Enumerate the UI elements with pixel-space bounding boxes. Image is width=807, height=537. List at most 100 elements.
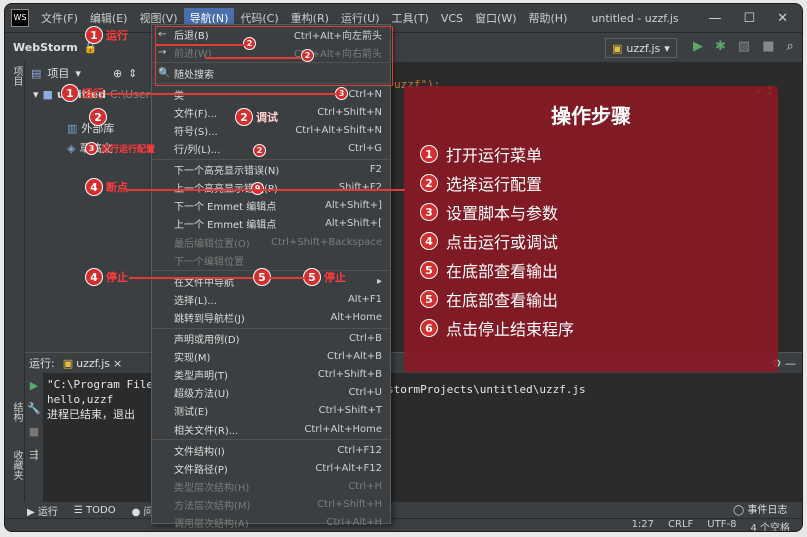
run-config-selector[interactable]: ▣ uzzf.js ▾ — [605, 38, 677, 58]
nav-menu-item[interactable]: 文件结构(I) Ctrl+F12 — [152, 441, 390, 459]
js-file-icon: ▣ — [612, 41, 623, 55]
chevron-down-icon[interactable]: ▾ — [75, 67, 81, 80]
overlay-step: 5 在底部查看输出 — [420, 258, 558, 282]
nav-menu-item[interactable]: 相关文件(R)... Ctrl+Alt+Home — [152, 420, 390, 438]
step-number: 2 — [420, 174, 438, 192]
nav-menu-item[interactable]: 在文件中导航 ▸ — [152, 272, 390, 290]
line-separator[interactable]: CRLF — [668, 519, 693, 532]
nav-item-shortcut: Ctrl+Shift+H — [317, 498, 382, 510]
nav-item-label: 文件(F)... — [174, 108, 218, 120]
menu-file[interactable]: 文件(F) — [35, 8, 84, 28]
js-file-icon: ▣ — [62, 356, 74, 370]
project-panel-title[interactable]: 项目 — [47, 65, 69, 81]
nav-menu-item: 方法层次结构(M) Ctrl+Shift+H — [152, 495, 390, 513]
nav-menu-item[interactable]: 文件路径(P) Ctrl+Alt+F12 — [152, 459, 390, 477]
tab-todo-label: TODO — [86, 504, 116, 516]
annotation-number: 2 — [89, 108, 107, 126]
menu-help[interactable]: 帮助(H) — [523, 8, 574, 28]
annotation-n2: 2 — [89, 108, 107, 126]
nav-menu-item[interactable]: 下一个高亮显示错误(N) F2 — [152, 161, 390, 179]
minimize-icon[interactable]: — — [708, 11, 721, 26]
overlay-step: 1 打开运行菜单 — [420, 142, 542, 166]
nav-menu-item[interactable]: 类型声明(T) Ctrl+Shift+B — [152, 366, 390, 384]
favorites-tool-tab[interactable]: 收藏夹 — [9, 450, 24, 480]
nav-menu-item[interactable]: 上一个高亮显示错误(P)Shift+F2 — [152, 179, 390, 197]
nav-item-shortcut: Ctrl+H — [348, 480, 382, 492]
maximize-icon[interactable]: ☐ — [743, 11, 755, 26]
indent-setting[interactable]: 4 个空格 — [750, 519, 790, 532]
nav-menu-item[interactable]: 跳转到导航栏(J) Alt+Home — [152, 308, 390, 326]
console-output[interactable]: "C:\Program File hello,uzzf 进程已结束，退出 — [47, 377, 153, 422]
annotation-number: 2 — [253, 144, 266, 157]
nav-item-shortcut: Alt+Home — [330, 311, 382, 323]
nav-item-label: 下一个编辑位置 — [174, 256, 244, 268]
coverage-icon[interactable]: ▧ — [738, 39, 750, 54]
run-icon[interactable]: ▶ — [693, 39, 703, 54]
run-panel: 运行: ▣ uzzf.js × ⚙ — ▶ 🔧 ■ ⇶ "C:\Program … — [25, 352, 802, 503]
annotation-line — [155, 44, 245, 46]
nav-item-shortcut: Ctrl+Shift+N — [317, 106, 382, 118]
chevron-down-icon: ▾ — [33, 87, 39, 101]
run-tab-label: uzzf.js — [76, 356, 111, 370]
event-log-button[interactable]: ◯ 事件日志 — [733, 501, 787, 516]
annotation-label: 运行 — [106, 29, 128, 42]
annotation-line — [129, 277, 253, 279]
folder-icon: ■ — [42, 87, 53, 101]
annotation-label: 停止 — [324, 271, 346, 284]
nav-menu-item[interactable]: 下一个 Emmet 编辑点 Alt+Shift+] — [152, 197, 390, 215]
close-icon[interactable]: × — [113, 357, 122, 370]
file-encoding[interactable]: UTF-8 — [707, 519, 736, 532]
nav-menu-item[interactable]: 上一个 Emmet 编辑点 Alt+Shift+[ — [152, 215, 390, 233]
menu-vcs[interactable]: VCS — [435, 10, 469, 27]
rerun-icon[interactable]: ▶ — [30, 379, 38, 392]
app-logo-icon: WS — [11, 9, 29, 27]
folder-icon: ▤ — [31, 66, 42, 80]
step-text: 在底部查看输出 — [446, 291, 559, 310]
project-panel-header: ▤ 项目 ▾ ⊕ ⇕ — [25, 62, 159, 84]
step-number: 5 — [420, 261, 438, 279]
nav-item-label: 类型声明(T) — [174, 371, 228, 383]
structure-tool-tab[interactable]: 结构 — [9, 402, 24, 422]
nav-item-label: 最后编辑位置(O) — [174, 238, 250, 250]
chevron-down-icon: ▾ — [664, 41, 670, 55]
search-everywhere-icon[interactable]: ⌕ — [787, 39, 794, 54]
step-text: 点击运行或调试 — [446, 233, 559, 252]
tab-todo[interactable]: ☰ TODO — [74, 505, 116, 516]
stop-icon[interactable]: ■ — [29, 425, 39, 438]
console-line: "C:\Program File — [47, 378, 153, 391]
menu-edit[interactable]: 编辑(E) — [84, 8, 134, 28]
nav-menu-item[interactable]: 选择(L)... Alt+F1 — [152, 290, 390, 308]
project-name[interactable]: WebStorm — [13, 41, 78, 54]
nav-menu-item[interactable]: 实现(M) Ctrl+Alt+B — [152, 348, 390, 366]
project-tool-tab[interactable]: 项目 — [9, 66, 24, 86]
nav-menu-item[interactable]: 声明或用例(D) Ctrl+B — [152, 330, 390, 348]
tab-run[interactable]: ▶ 运行 — [27, 503, 58, 518]
nav-item-shortcut: Ctrl+Alt+Home — [304, 423, 382, 435]
library-icon: ▥ — [67, 121, 78, 135]
collapse-icon[interactable]: ⇕ — [128, 67, 137, 80]
debug-icon[interactable]: ✱ — [715, 39, 726, 54]
nav-menu-item[interactable]: 超级方法(U) Ctrl+U — [152, 384, 390, 402]
menu-window[interactable]: 窗口(W) — [469, 8, 522, 28]
caret-position[interactable]: 1:27 — [632, 519, 654, 532]
run-tab[interactable]: ▣ uzzf.js × — [63, 357, 123, 370]
nav-item-label: 下一个 Emmet 编辑点 — [174, 202, 277, 214]
pin-icon[interactable]: ⇶ — [29, 448, 38, 461]
target-icon[interactable]: ⊕ — [113, 67, 122, 80]
nav-item-label: 测试(E) — [174, 407, 209, 419]
window-title: untitled - uzzf.js — [591, 11, 679, 25]
nav-item-shortcut: Alt+F1 — [347, 293, 382, 305]
wrench-icon[interactable]: 🔧 — [27, 402, 41, 415]
nav-menu-item[interactable]: 行/列(L)... Ctrl+G — [152, 140, 390, 158]
tab-run-label: 运行 — [37, 506, 58, 518]
nav-item-label: 文件结构(I) — [174, 446, 225, 458]
nav-item-shortcut: Ctrl+G — [348, 143, 382, 155]
close-icon[interactable]: ✕ — [777, 11, 788, 26]
stop-icon[interactable]: ■ — [762, 39, 774, 54]
nav-menu-item[interactable]: 测试(E) Ctrl+Shift+T — [152, 402, 390, 420]
nav-menu-item: 调用层次结构(A) Ctrl+Alt+H — [152, 513, 390, 531]
nav-item-shortcut: Shift+F2 — [338, 182, 382, 194]
nav-item-shortcut: Ctrl+U — [348, 387, 383, 399]
nav-item-label: 下一个高亮显示错误(N) — [174, 166, 280, 178]
menu-tools[interactable]: 工具(T) — [386, 8, 435, 28]
